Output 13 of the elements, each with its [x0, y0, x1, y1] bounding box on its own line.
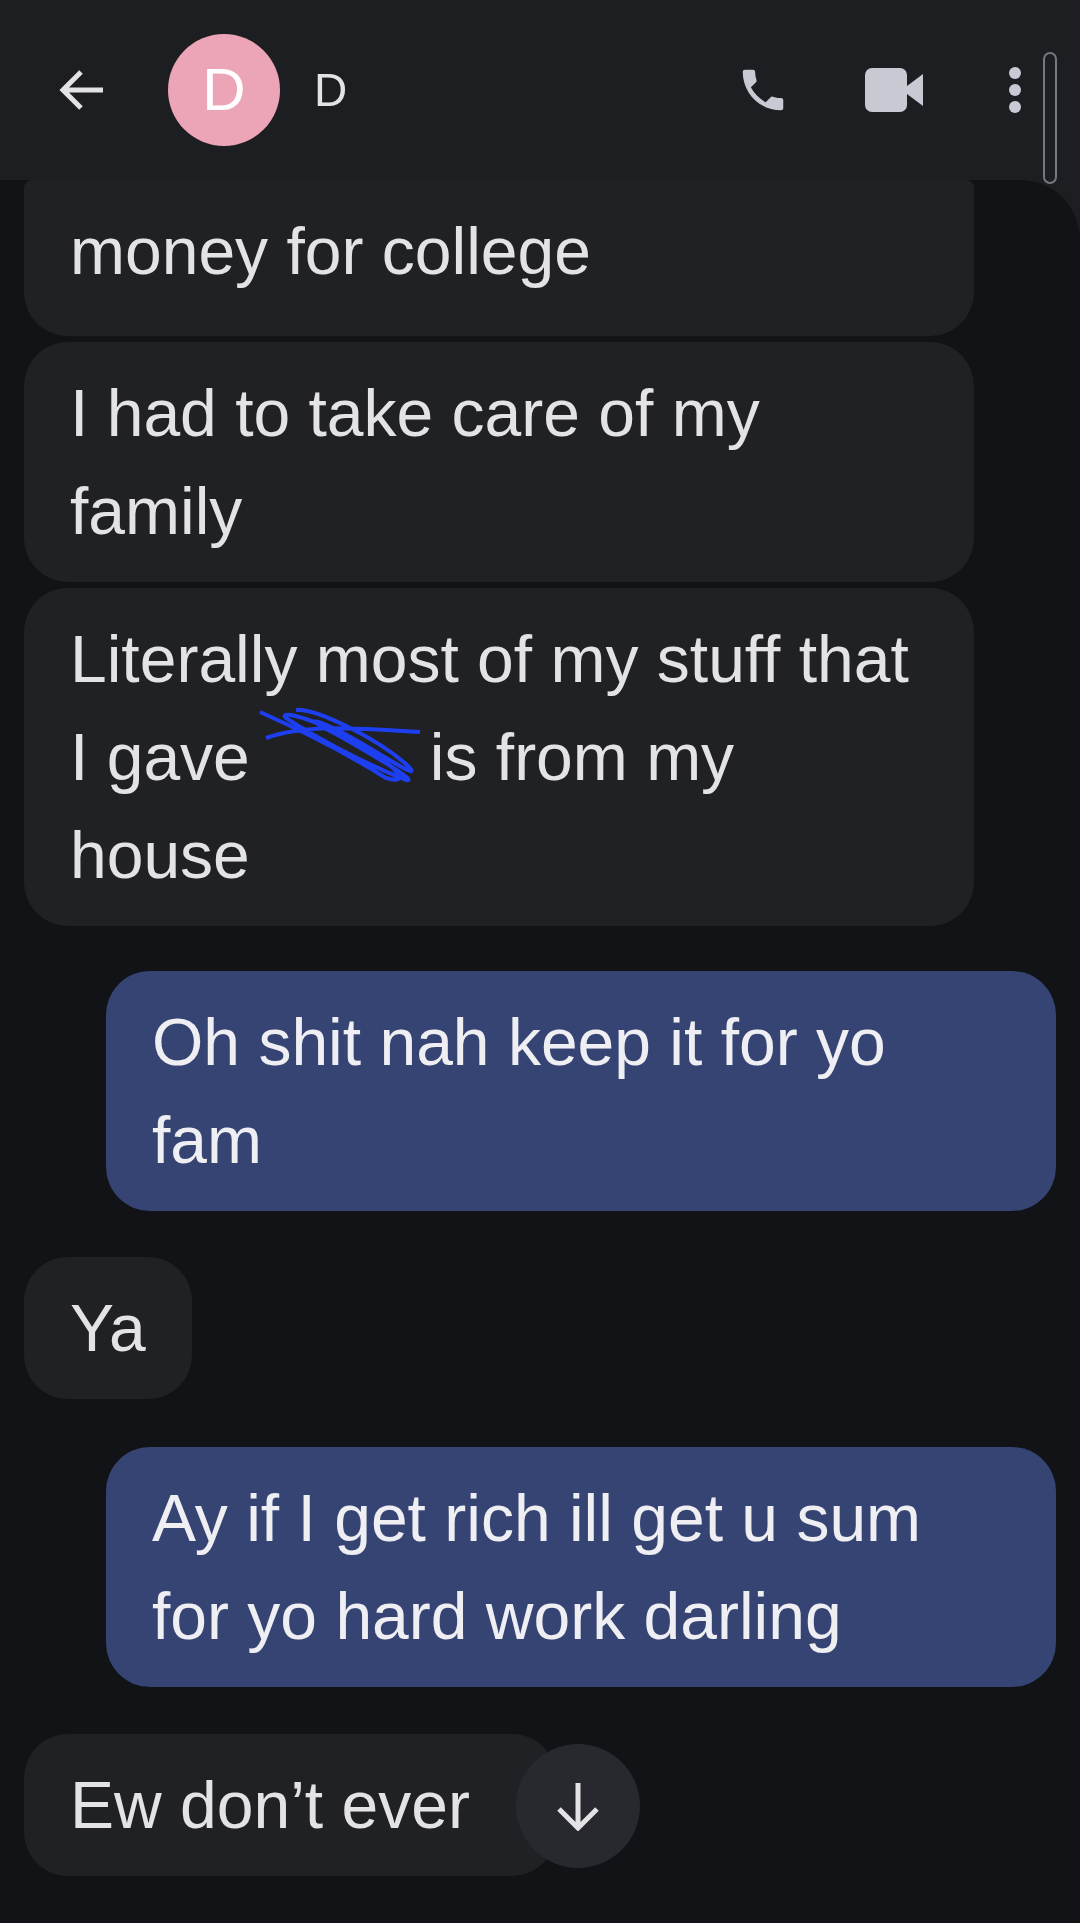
video-camera-icon [865, 68, 925, 112]
contact-avatar[interactable]: D [168, 34, 280, 146]
down-arrow-icon [554, 1781, 601, 1831]
message-text: Ew don’t ever [70, 1767, 471, 1844]
message-text: Literally most of my stuff that I gave is from my house [70, 621, 910, 894]
message-text: I had to take care of my family [70, 375, 761, 550]
message-text: Ya [70, 1290, 146, 1367]
message-text: Oh shit nah keep it for yo fam [152, 1004, 887, 1179]
scrollbar[interactable] [1043, 52, 1057, 184]
more-icon [1008, 66, 1022, 114]
message-text: Ay if I get rich ill get u sum for yo hard work darling [152, 1480, 923, 1655]
contact-name: D [314, 62, 348, 118]
message-text: money for college [70, 213, 592, 290]
